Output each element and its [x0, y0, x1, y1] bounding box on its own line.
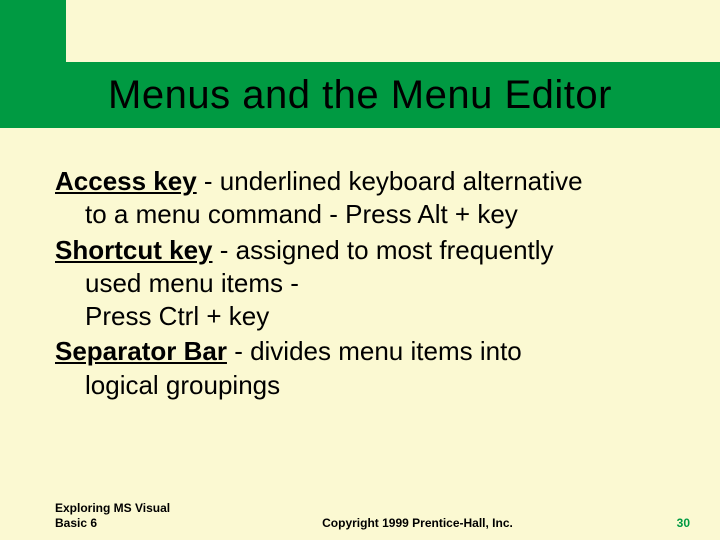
def-text-cont: used menu items -	[55, 267, 670, 300]
footer-source-line2: Basic 6	[55, 516, 205, 530]
def-text: - underlined keyboard alternative	[197, 166, 583, 196]
slide-body: Access key - underlined keyboard alterna…	[55, 165, 670, 404]
definition-separator-bar: Separator Bar - divides menu items into …	[55, 335, 670, 402]
footer-left: Exploring MS Visual Basic 6	[55, 501, 205, 530]
term-access-key: Access key	[55, 166, 197, 196]
def-text-cont: logical groupings	[55, 369, 670, 402]
term-separator-bar: Separator Bar	[55, 336, 227, 366]
def-text-cont: to a menu command - Press Alt + key	[55, 198, 670, 231]
slide-footer: Exploring MS Visual Basic 6 Copyright 19…	[55, 501, 690, 530]
title-bar: Menus and the Menu Editor	[0, 62, 720, 128]
footer-copyright: Copyright 1999 Prentice-Hall, Inc.	[205, 516, 630, 530]
definition-access-key: Access key - underlined keyboard alterna…	[55, 165, 670, 232]
term-shortcut-key: Shortcut key	[55, 235, 213, 265]
def-text: - divides menu items into	[227, 336, 522, 366]
footer-source-line1: Exploring MS Visual	[55, 501, 205, 515]
accent-block	[0, 0, 66, 62]
definition-shortcut-key: Shortcut key - assigned to most frequent…	[55, 234, 670, 334]
slide-title: Menus and the Menu Editor	[108, 73, 612, 118]
page-number: 30	[630, 516, 690, 530]
def-text-cont: Press Ctrl + key	[55, 300, 670, 333]
def-text: - assigned to most frequently	[213, 235, 554, 265]
